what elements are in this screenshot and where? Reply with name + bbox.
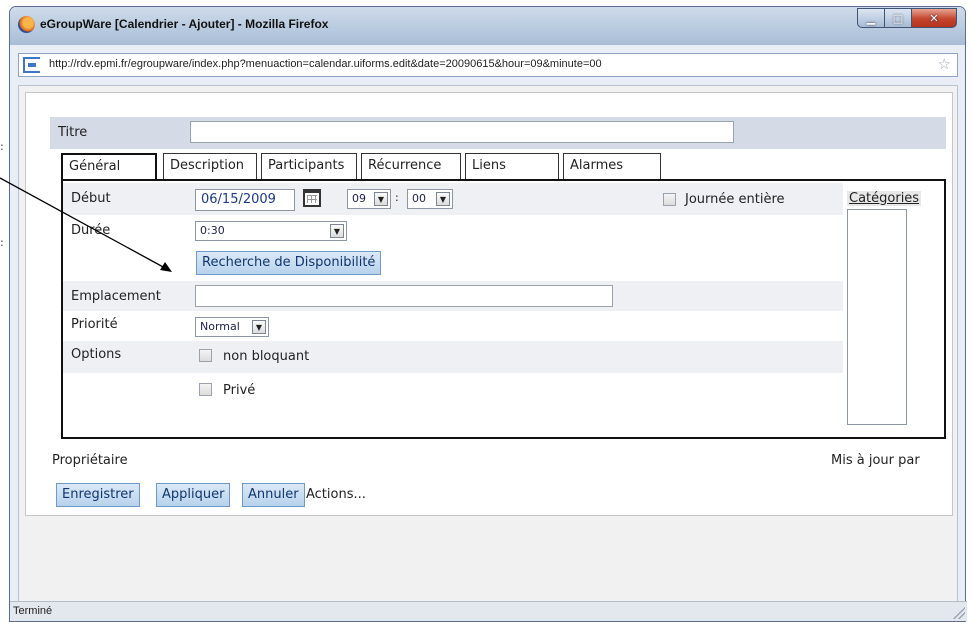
window-title: eGroupWare [Calendrier - Ajouter] - Mozi… (40, 17, 329, 31)
chevron-down-icon: ▼ (436, 192, 450, 206)
proprietaire-label: Propriétaire (52, 453, 128, 468)
prive-label: Privé (223, 383, 256, 398)
browser-window: eGroupWare [Calendrier - Ajouter] - Mozi… (9, 6, 967, 622)
tab-recurrence[interactable]: Récurrence (361, 153, 461, 179)
calendar-icon[interactable] (303, 189, 321, 207)
status-text: Terminé (13, 605, 53, 617)
priorite-label: Priorité (71, 317, 118, 332)
enregistrer-button[interactable]: Enregistrer (56, 483, 140, 507)
url-text[interactable]: http://rdv.epmi.fr/egroupware/index.php?… (49, 58, 602, 70)
journee-entiere-label: Journée entière (685, 192, 785, 207)
prive-checkbox[interactable] (199, 383, 212, 396)
site-identity-icon[interactable] (23, 57, 40, 73)
priorite-select[interactable]: Normal ▼ (195, 317, 269, 337)
emplacement-label: Emplacement (71, 289, 161, 304)
annuler-button[interactable]: Annuler (242, 483, 305, 507)
titre-row: Titre (50, 117, 946, 149)
journee-entiere-checkbox[interactable] (663, 193, 676, 206)
tab-label: Liens (472, 158, 506, 173)
minimize-button[interactable]: ▁ (857, 8, 885, 28)
tab-label: Participants (268, 158, 345, 173)
background-page-fragment: : (0, 236, 4, 249)
recherche-disponibilite-button[interactable]: Recherche de Disponibilité (196, 251, 382, 275)
options-row: Options non bloquant (63, 341, 843, 373)
tab-description[interactable]: Description (163, 153, 257, 179)
debut-row: Début 06/15/2009 09 ▼ : 00 ▼ Journée ent… (63, 183, 843, 215)
debut-label: Début (71, 191, 111, 206)
tab-label: Description (170, 158, 245, 173)
titre-label: Titre (58, 125, 88, 140)
actions-menu[interactable]: Actions... (306, 487, 366, 502)
background-page-fragment: : (0, 140, 4, 153)
chevron-down-icon: ▼ (374, 192, 388, 206)
general-tab-panel: Début 06/15/2009 09 ▼ : 00 ▼ Journée ent… (61, 179, 946, 439)
categories-list[interactable] (847, 209, 907, 425)
close-button[interactable]: ✕ (911, 8, 957, 28)
mis-a-jour-label: Mis à jour par (831, 453, 920, 468)
chevron-down-icon: ▼ (330, 224, 344, 238)
titre-input[interactable] (190, 121, 734, 143)
title-bar: eGroupWare [Calendrier - Ajouter] - Mozi… (10, 7, 965, 45)
maximize-button[interactable]: □ (884, 8, 912, 28)
status-bar: Terminé (10, 601, 967, 621)
duree-row: Durée 0:30 ▼ (63, 215, 843, 245)
tab-alarmes[interactable]: Alarmes (563, 153, 661, 179)
address-bar[interactable]: http://rdv.epmi.fr/egroupware/index.php?… (18, 53, 958, 77)
non-bloquant-checkbox[interactable] (199, 349, 212, 362)
prive-row: Privé (63, 373, 843, 405)
resize-grip-icon[interactable] (953, 607, 965, 619)
categories-box: Catégories (843, 191, 929, 427)
tab-label: Récurrence (368, 158, 442, 173)
event-form: Titre Général Description Participants R… (25, 92, 953, 516)
tab-label: Alarmes (570, 158, 624, 173)
bookmark-star-icon[interactable]: ☆ (938, 55, 951, 73)
priorite-row: Priorité Normal ▼ (63, 311, 843, 341)
options-label: Options (71, 347, 122, 362)
emplacement-row: Emplacement (63, 281, 843, 311)
tab-participants[interactable]: Participants (261, 153, 357, 179)
window-controls: ▁ □ ✕ (857, 8, 957, 28)
minute-select[interactable]: 00 ▼ (407, 189, 453, 209)
hour-select[interactable]: 09 ▼ (347, 189, 391, 209)
categories-label: Catégories (847, 191, 922, 206)
tab-label: Général (69, 159, 121, 174)
date-input[interactable]: 06/15/2009 (195, 189, 295, 211)
firefox-icon (18, 16, 35, 33)
emplacement-input[interactable] (195, 285, 613, 307)
appliquer-button[interactable]: Appliquer (156, 483, 231, 507)
hour-value: 09 (352, 192, 366, 205)
chevron-down-icon: ▼ (252, 320, 266, 334)
tab-liens[interactable]: Liens (465, 153, 559, 179)
time-separator: : (395, 191, 399, 204)
duree-label: Durée (71, 223, 111, 238)
page-content: Titre Général Description Participants R… (18, 85, 958, 603)
duree-value: 0:30 (200, 224, 225, 237)
minute-value: 00 (412, 192, 426, 205)
tab-general[interactable]: Général (61, 153, 157, 180)
priorite-value: Normal (200, 320, 240, 333)
duree-select[interactable]: 0:30 ▼ (195, 221, 347, 241)
non-bloquant-label: non bloquant (223, 349, 310, 364)
